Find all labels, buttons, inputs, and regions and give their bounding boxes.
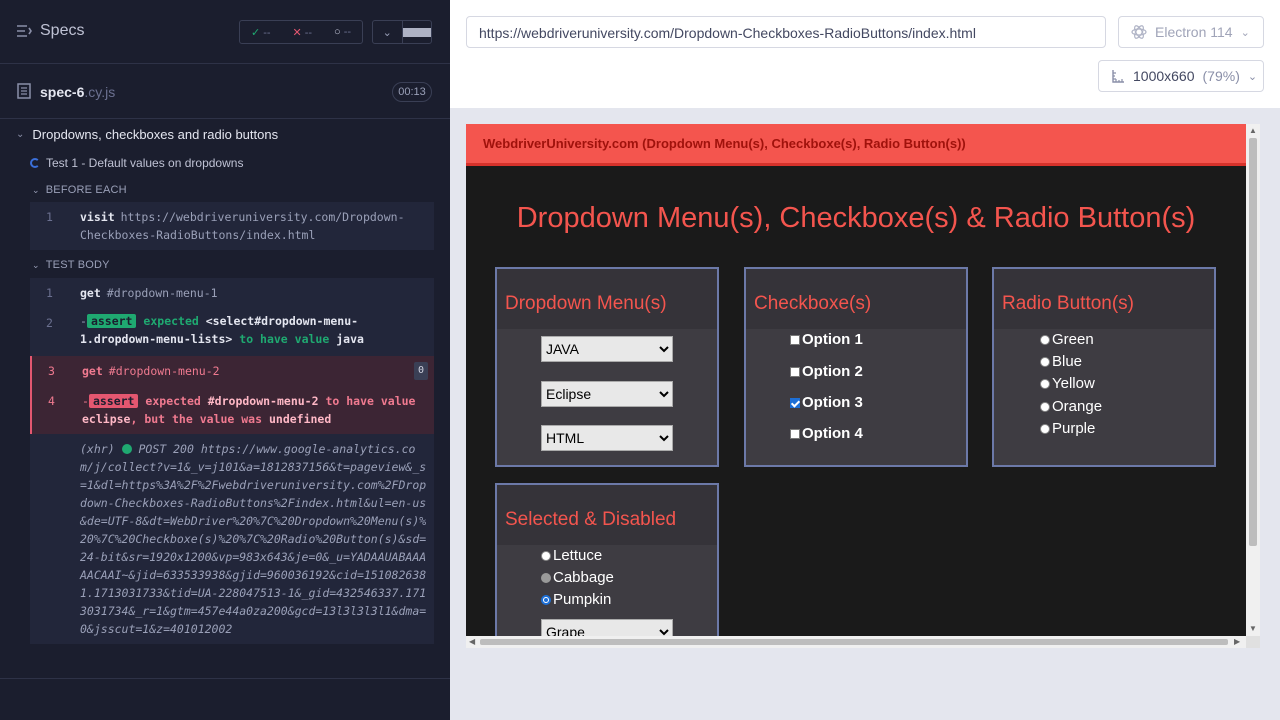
checkbox-option-2[interactable]: Option 2 xyxy=(790,363,863,380)
ruler-icon xyxy=(1112,70,1124,83)
assert-badge: assert xyxy=(88,394,139,408)
menu-icon xyxy=(17,25,32,37)
pending-count: -- xyxy=(343,26,352,38)
checkbox[interactable] xyxy=(790,428,800,439)
command-row[interactable]: 1 visit https://webdriveruniversity.com/D… xyxy=(30,202,434,250)
stop-icon xyxy=(402,27,431,37)
chevron-down-icon: ⌄ xyxy=(16,129,25,140)
spec-file-header: spec-6.cy.js 00:13 xyxy=(0,64,450,119)
radio-button[interactable] xyxy=(1040,334,1050,345)
scroll-thumb[interactable] xyxy=(1249,138,1257,546)
chevron-down-icon: ⌄ xyxy=(32,184,40,195)
browser-selector[interactable]: Electron 114 ⌄ xyxy=(1118,16,1264,48)
radio-option-lettuce[interactable]: Lettuce xyxy=(541,547,602,564)
specs-toggle[interactable]: Specs xyxy=(16,22,84,40)
checkbox-checked[interactable] xyxy=(790,397,800,408)
xhr-log[interactable]: (xhr) POST 200 https://www.google-analyt… xyxy=(30,434,434,644)
chevron-down-icon: ⌄ xyxy=(1247,70,1258,83)
specs-label: Specs xyxy=(40,22,85,39)
radio-button[interactable] xyxy=(1040,356,1050,367)
checkbox-option-4[interactable]: Option 4 xyxy=(790,425,863,442)
app-under-test: https://webdriveruniversity.com/Dropdown… xyxy=(450,0,1280,720)
command-row[interactable]: 1 get #dropdown-menu-1 xyxy=(30,278,434,308)
radio-option-yellow[interactable]: Yellow xyxy=(1040,375,1095,392)
test-stats: ✓ -- ✕ -- ○ -- xyxy=(239,20,363,44)
scroll-right-icon[interactable]: ▶ xyxy=(1234,637,1240,646)
url-bar[interactable]: https://webdriveruniversity.com/Dropdown… xyxy=(466,16,1106,48)
document-icon xyxy=(17,83,31,99)
scroll-up-icon[interactable]: ▲ xyxy=(1249,126,1257,135)
command-row[interactable]: 2 - assert expected <select#dropdown-menu… xyxy=(30,308,434,354)
radio-button-disabled xyxy=(541,572,551,583)
stop-button[interactable] xyxy=(401,21,431,43)
radio-option-purple[interactable]: Purple xyxy=(1040,420,1095,437)
radio-button[interactable] xyxy=(1040,401,1050,412)
status-dot-icon xyxy=(121,444,132,454)
dropdown-menu-2[interactable]: Eclipse xyxy=(541,381,673,407)
before-each-commands: 1 visit https://webdriveruniversity.com/D… xyxy=(30,202,434,250)
scroll-thumb[interactable] xyxy=(480,639,1228,645)
chevron-down-icon: ⌄ xyxy=(1240,26,1250,39)
electron-icon xyxy=(1131,25,1147,39)
radio-option-green[interactable]: Green xyxy=(1040,331,1094,348)
panel-title: Radio Button(s) xyxy=(994,269,1214,329)
run-duration: 00:13 xyxy=(392,82,432,102)
chevron-down-icon: ⌄ xyxy=(382,26,392,39)
scroll-left-icon[interactable]: ◀ xyxy=(469,637,475,646)
dropdown-menu-3[interactable]: HTML xyxy=(541,425,673,451)
radio-button[interactable] xyxy=(1040,423,1050,434)
pending-icon: ○ xyxy=(333,26,341,38)
scroll-down-icon[interactable]: ▼ xyxy=(1249,624,1257,633)
assert-badge: assert xyxy=(86,314,137,328)
scrollbar-corner xyxy=(1246,636,1260,648)
suite-title[interactable]: ⌄ Dropdowns, checkboxes and radio button… xyxy=(16,127,278,142)
running-spinner-icon xyxy=(30,158,40,168)
radio-button[interactable] xyxy=(541,550,551,561)
expand-button[interactable]: ⌄ xyxy=(373,21,402,43)
radio-button-selected[interactable] xyxy=(541,594,551,605)
radio-panel: Radio Button(s) Green Blue Yellow Orange… xyxy=(992,267,1216,467)
test-body-hook[interactable]: ⌄ TEST BODY xyxy=(32,259,110,271)
checkbox[interactable] xyxy=(790,334,800,345)
reporter-header: Specs ✓ -- ✕ -- ○ -- ⌄ xyxy=(0,0,450,64)
passed-count: -- xyxy=(263,26,271,39)
failed-count: -- xyxy=(304,26,313,39)
command-row-failed[interactable]: 3 get #dropdown-menu-2 0 xyxy=(30,356,434,386)
radio-option-cabbage: Cabbage xyxy=(541,569,614,586)
radio-option-blue[interactable]: Blue xyxy=(1040,353,1082,370)
before-each-hook[interactable]: ⌄ BEFORE EACH xyxy=(32,184,127,196)
command-log-panel: Specs ✓ -- ✕ -- ○ -- ⌄ spec-6.cy.js 00:1… xyxy=(0,0,450,720)
radio-option-orange[interactable]: Orange xyxy=(1040,398,1102,415)
divider xyxy=(0,678,450,679)
aut-header: https://webdriveruniversity.com/Dropdown… xyxy=(450,0,1280,108)
checkbox-option-3[interactable]: Option 3 xyxy=(790,394,863,411)
test-title[interactable]: Test 1 - Default values on dropdowns xyxy=(30,156,243,170)
run-controls: ⌄ xyxy=(372,20,432,44)
spec-file-name[interactable]: spec-6.cy.js xyxy=(40,84,115,100)
horizontal-scrollbar[interactable]: ◀ ▶ xyxy=(466,636,1246,648)
vertical-scrollbar[interactable]: ▲ ▼ xyxy=(1246,124,1260,636)
page-heading: Dropdown Menu(s), Checkboxe(s) & Radio B… xyxy=(516,202,1196,234)
checkbox[interactable] xyxy=(790,366,800,377)
panel-title: Checkboxe(s) xyxy=(746,269,966,329)
aut-iframe: WebdriverUniversity.com (Dropdown Menu(s… xyxy=(466,124,1260,648)
panel-title: Selected & Disabled xyxy=(497,485,717,545)
element-count-badge: 0 xyxy=(413,362,428,380)
radio-button[interactable] xyxy=(1040,378,1050,389)
selected-disabled-panel: Selected & Disabled Lettuce Cabbage Pump… xyxy=(495,483,719,648)
checkbox-panel: Checkboxe(s) Option 1 Option 2 Option 3 … xyxy=(744,267,968,467)
chevron-down-icon: ⌄ xyxy=(32,259,40,270)
panel-title: Dropdown Menu(s) xyxy=(497,269,717,329)
spec-file-ext: .cy.js xyxy=(84,84,116,100)
site-navbar[interactable]: WebdriverUniversity.com (Dropdown Menu(s… xyxy=(466,124,1246,166)
command-row-failed[interactable]: 4 - assert expected #dropdown-menu-2 to h… xyxy=(30,386,434,434)
test-body-commands: 1 get #dropdown-menu-1 2 - assert expected… xyxy=(30,278,434,644)
radio-option-pumpkin[interactable]: Pumpkin xyxy=(541,591,611,608)
check-icon: ✓ xyxy=(250,26,261,39)
dropdown-menu-1[interactable]: JAVA xyxy=(541,336,673,362)
x-icon: ✕ xyxy=(292,26,302,39)
dropdown-panel: Dropdown Menu(s) JAVA Eclipse HTML xyxy=(495,267,719,467)
checkbox-option-1[interactable]: Option 1 xyxy=(790,331,863,348)
viewport-info[interactable]: 1000x660 (79%) ⌄ xyxy=(1098,60,1264,92)
